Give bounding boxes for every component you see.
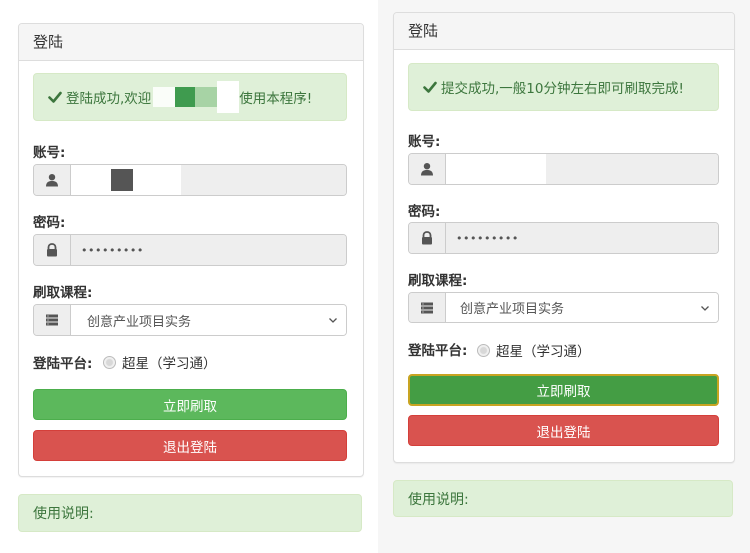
success-alert: 登陆成功,欢迎 使用本程序! — [33, 73, 347, 121]
account-label: 账号: — [33, 145, 66, 161]
course-label: 刷取课程: — [33, 285, 93, 301]
password-label: 密码: — [33, 215, 66, 231]
start-button[interactable]: 立即刷取 — [33, 389, 347, 420]
logout-button[interactable]: 退出登陆 — [33, 430, 347, 461]
platform-option-label: 超星（学习通） — [496, 344, 591, 360]
course-select[interactable]: 创意产业项目实务 — [408, 292, 719, 323]
alert-text-prefix: 登陆成功,欢迎 — [66, 91, 152, 107]
password-label: 密码: — [408, 204, 441, 220]
alert-text: 提交成功,一般10分钟左右即可刷取完成! — [441, 81, 684, 97]
list-icon — [34, 305, 71, 335]
left-screenshot: 登陆 登陆成功,欢迎 使用本程序! 账号: 密码: ••••••••• 刷取课程… — [0, 0, 372, 553]
user-icon — [34, 165, 71, 195]
account-label: 账号: — [408, 134, 441, 150]
success-alert: 提交成功,一般10分钟左右即可刷取完成! — [408, 63, 719, 111]
password-value: ••••••••• — [446, 223, 718, 253]
instructions-title: 使用说明: — [408, 491, 469, 508]
list-icon — [409, 293, 446, 322]
panel-title: 登陆 — [19, 24, 363, 61]
platform-option-label: 超星（学习通） — [122, 356, 217, 372]
platform-radio[interactable]: 超星（学习通） — [477, 340, 591, 360]
account-value — [71, 165, 346, 195]
platform-label: 登陆平台: — [33, 356, 93, 372]
right-screenshot: 登陆 提交成功,一般10分钟左右即可刷取完成! 账号: 密码: ••••••••… — [378, 0, 750, 553]
user-icon — [409, 154, 446, 184]
account-value — [446, 154, 718, 184]
chevron-down-icon — [329, 318, 337, 323]
password-value: ••••••••• — [71, 235, 346, 265]
lock-icon — [34, 235, 71, 265]
check-icon — [423, 81, 437, 93]
course-label: 刷取课程: — [408, 273, 468, 289]
instructions-panel: 使用说明: — [393, 480, 733, 517]
start-button[interactable]: 立即刷取 — [408, 374, 719, 406]
password-input[interactable]: ••••••••• — [33, 234, 347, 266]
instructions-title: 使用说明: — [33, 506, 94, 522]
account-input[interactable] — [408, 153, 719, 185]
radio-button[interactable] — [477, 343, 490, 357]
password-input[interactable]: ••••••••• — [408, 222, 719, 254]
redacted-username — [151, 81, 240, 113]
logout-button[interactable]: 退出登陆 — [408, 415, 719, 446]
instructions-panel: 使用说明: — [18, 494, 362, 532]
course-select[interactable]: 创意产业项目实务 — [33, 304, 347, 336]
radio-button[interactable] — [103, 355, 116, 369]
chevron-down-icon — [701, 305, 709, 311]
platform-radio[interactable]: 超星（学习通） — [103, 352, 217, 372]
panel-title: 登陆 — [394, 13, 734, 50]
lock-icon — [409, 223, 446, 253]
alert-text-suffix: 使用本程序! — [239, 91, 313, 107]
platform-label: 登陆平台: — [408, 343, 468, 359]
course-selected-value: 创意产业项目实务 — [460, 302, 565, 317]
account-input[interactable] — [33, 164, 347, 196]
course-selected-value: 创意产业项目实务 — [87, 314, 192, 330]
check-icon — [48, 91, 62, 103]
